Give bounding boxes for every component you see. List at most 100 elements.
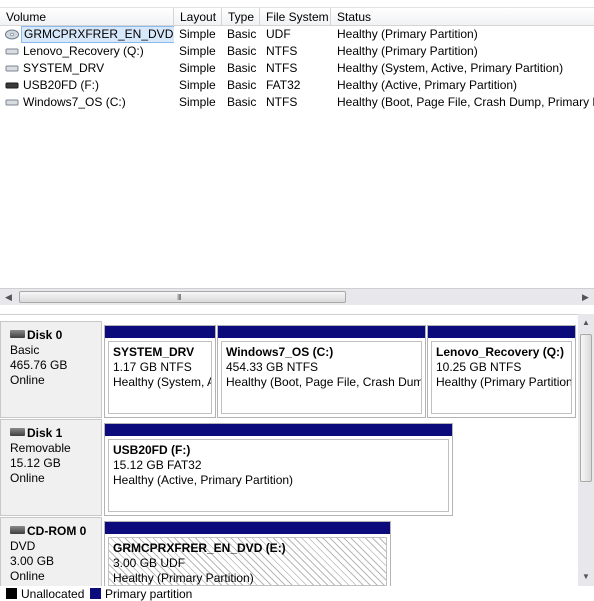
volume-filesystem: UDF	[266, 27, 291, 41]
disk-label[interactable]: Disk 1 Removable 15.12 GB Online	[0, 419, 102, 516]
scrollbar-thumb[interactable]: III	[19, 291, 346, 303]
partition-status: Healthy (Boot, Page File, Crash Dump, Pr…	[226, 375, 421, 389]
scrollbar-thumb[interactable]	[580, 334, 592, 482]
column-header-type[interactable]: Type	[222, 8, 260, 26]
volume-layout: Simple	[179, 61, 216, 75]
volume-list: Volume Layout Type File System Status GR…	[0, 0, 594, 288]
disk-size: 465.76 GB	[10, 358, 68, 372]
partition[interactable]: GRMCPRXFRER_EN_DVD (E:) 3.00 GB UDF Heal…	[104, 521, 391, 587]
partition-size: 1.17 GB NTFS	[113, 360, 192, 374]
legend: Unallocated Primary partition	[0, 586, 594, 601]
partition-name: Windows7_OS (C:)	[226, 345, 334, 359]
primary-partition-bar	[105, 326, 215, 338]
partition-name: Lenovo_Recovery (Q:)	[436, 345, 565, 359]
partition-status: Healthy (Primary Partition)	[436, 375, 572, 389]
primary-partition-bar	[105, 522, 390, 534]
primary-partition-bar	[218, 326, 425, 338]
vertical-scrollbar[interactable]: ▲ ▼	[578, 314, 594, 586]
partition-name: USB20FD (F:)	[113, 443, 191, 457]
volume-row[interactable]: USB20FD (F:) Simple Basic FAT32 Healthy …	[0, 77, 594, 94]
column-header-volume[interactable]: Volume	[0, 8, 174, 26]
volume-name: GRMCPRXFRER_EN_DVD (E:)	[21, 26, 174, 43]
volume-icon	[5, 48, 19, 55]
hard-disk-icon	[10, 330, 25, 338]
volume-row[interactable]: Lenovo_Recovery (Q:) Simple Basic NTFS H…	[0, 43, 594, 60]
volume-filesystem: FAT32	[266, 78, 301, 92]
disk-kind: DVD	[10, 539, 36, 553]
volume-type: Basic	[227, 95, 257, 109]
volume-type: Basic	[227, 27, 257, 41]
volume-filesystem: NTFS	[266, 61, 298, 75]
scroll-right-arrow-icon[interactable]: ▶	[577, 289, 594, 305]
removable-disk-icon	[10, 428, 25, 436]
list-header: Volume Layout Type File System Status	[0, 7, 594, 26]
disk-kind: Removable	[10, 441, 71, 455]
partition-status: Healthy (System, Active, Primary Partiti…	[113, 375, 211, 389]
primary-partition-bar	[428, 326, 575, 338]
legend-label-primary: Primary partition	[105, 587, 193, 601]
volume-layout: Simple	[179, 27, 216, 41]
volume-filesystem: NTFS	[266, 95, 298, 109]
partition-status: Healthy (Primary Partition)	[113, 571, 254, 585]
volume-row[interactable]: Windows7_OS (C:) Simple Basic NTFS Healt…	[0, 94, 594, 111]
volume-layout: Simple	[179, 78, 216, 92]
dvd-icon	[5, 29, 19, 40]
disk-kind: Basic	[10, 343, 40, 357]
scroll-up-arrow-icon[interactable]: ▲	[578, 316, 594, 330]
primary-partition-swatch	[90, 588, 101, 599]
volume-filesystem: NTFS	[266, 44, 298, 58]
partition-status: Healthy (Active, Primary Partition)	[113, 473, 294, 487]
disk-state: Online	[10, 373, 45, 387]
partition-size: 10.25 GB NTFS	[436, 360, 522, 374]
disk-name: Disk 1	[27, 426, 63, 440]
disk-size: 3.00 GB	[10, 554, 55, 568]
scrollbar-grip: III	[177, 293, 182, 302]
volume-row[interactable]: GRMCPRXFRER_EN_DVD (E:) Simple Basic UDF…	[0, 26, 594, 43]
volume-status: Healthy (Primary Partition)	[337, 27, 478, 41]
disk-row: CD-ROM 0 DVD 3.00 GB Online GRMCPRXFRER_…	[0, 517, 578, 587]
cdrom-icon	[10, 526, 25, 534]
horizontal-scrollbar[interactable]: ◀ III ▶	[0, 288, 594, 305]
disk-label[interactable]: Disk 0 Basic 465.76 GB Online	[0, 321, 102, 418]
disk-row: Disk 0 Basic 465.76 GB Online SYSTEM_DRV…	[0, 321, 578, 418]
disk-state: Online	[10, 471, 45, 485]
disk-size: 15.12 GB	[10, 456, 61, 470]
volume-layout: Simple	[179, 44, 216, 58]
partition-size: 3.00 GB UDF	[113, 556, 186, 570]
volume-name: SYSTEM_DRV	[23, 61, 105, 75]
volume-row[interactable]: SYSTEM_DRV Simple Basic NTFS Healthy (Sy…	[0, 60, 594, 77]
volume-status: Healthy (Primary Partition)	[337, 44, 478, 58]
partition[interactable]: Windows7_OS (C:) 454.33 GB NTFS Healthy …	[217, 325, 426, 418]
partition[interactable]: SYSTEM_DRV 1.17 GB NTFS Healthy (System,…	[104, 325, 216, 418]
disk-label[interactable]: CD-ROM 0 DVD 3.00 GB Online	[0, 517, 102, 587]
volume-type: Basic	[227, 78, 257, 92]
partition-size: 454.33 GB NTFS	[226, 360, 319, 374]
partition-name: SYSTEM_DRV	[113, 345, 195, 359]
disk-row: Disk 1 Removable 15.12 GB Online USB20FD…	[0, 419, 578, 516]
disk-state: Online	[10, 569, 45, 583]
volume-layout: Simple	[179, 95, 216, 109]
column-header-status[interactable]: Status	[331, 8, 594, 26]
volume-name: Windows7_OS (C:)	[23, 95, 126, 109]
volume-status: Healthy (Active, Primary Partition)	[337, 78, 518, 92]
volume-name: USB20FD (F:)	[23, 78, 100, 92]
partition-size: 15.12 GB FAT32	[113, 458, 202, 472]
column-header-filesystem[interactable]: File System	[260, 8, 331, 26]
partition[interactable]: USB20FD (F:) 15.12 GB FAT32 Healthy (Act…	[104, 423, 453, 516]
volume-status: Healthy (Boot, Page File, Crash Dump, Pr…	[337, 95, 594, 109]
disk-name: Disk 0	[27, 328, 63, 342]
partition-name: GRMCPRXFRER_EN_DVD (E:)	[113, 541, 286, 555]
scroll-left-arrow-icon[interactable]: ◀	[0, 289, 17, 305]
column-header-layout[interactable]: Layout	[174, 8, 222, 26]
scroll-down-arrow-icon[interactable]: ▼	[578, 570, 594, 584]
volume-type: Basic	[227, 44, 257, 58]
primary-partition-bar	[105, 424, 452, 436]
volume-name: Lenovo_Recovery (Q:)	[23, 44, 144, 58]
partition[interactable]: Lenovo_Recovery (Q:) 10.25 GB NTFS Healt…	[427, 325, 576, 418]
volume-type: Basic	[227, 61, 257, 75]
usb-drive-icon	[5, 82, 19, 89]
volume-icon	[5, 99, 19, 106]
legend-label-unallocated: Unallocated	[21, 587, 85, 601]
disk-map: Disk 0 Basic 465.76 GB Online SYSTEM_DRV…	[0, 314, 594, 587]
disk-name: CD-ROM 0	[27, 524, 87, 538]
